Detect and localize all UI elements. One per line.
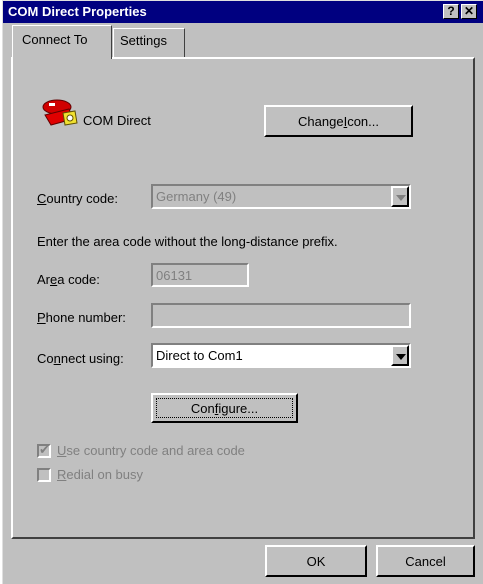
country-code-accel: C xyxy=(37,191,47,206)
use-country-code-label-text: se country code and area code xyxy=(66,443,245,458)
connect-using-label: Connect using: xyxy=(37,351,124,366)
telephone-icon xyxy=(42,99,78,126)
country-code-dropdown-button[interactable] xyxy=(391,186,409,207)
redial-on-busy-checkbox[interactable] xyxy=(37,468,51,482)
ok-label: OK xyxy=(306,554,326,569)
phone-number-label-text: hone number: xyxy=(45,310,126,325)
tab-settings-label: Settings xyxy=(120,33,167,48)
window-title: COM Direct Properties xyxy=(8,4,147,19)
country-code-select[interactable]: Germany (49) xyxy=(151,184,411,209)
area-code-value: 06131 xyxy=(156,268,193,283)
phone-number-accel: P xyxy=(37,310,46,325)
redial-on-busy-accel: R xyxy=(57,467,67,482)
use-country-code-accel: U xyxy=(57,443,67,458)
chevron-down-icon xyxy=(396,195,406,201)
tab-connect-to-label: Connect To xyxy=(22,32,88,47)
area-code-instruction: Enter the area code without the long-dis… xyxy=(37,234,338,249)
properties-dialog: COM Direct Properties ? ✕ Connect To Set… xyxy=(2,0,483,584)
close-icon: ✕ xyxy=(463,4,475,18)
connect-using-accel: n xyxy=(53,351,61,366)
redial-on-busy-label: Redial on busy xyxy=(57,467,143,482)
area-code-label-post: a code: xyxy=(57,272,100,287)
change-icon-label-pre: Change xyxy=(298,114,344,129)
tab-panel: COM Direct Change Icon... Country code: … xyxy=(11,57,475,539)
use-country-code-label: Use country code and area code xyxy=(57,443,245,458)
checkmark-icon: ✔ xyxy=(39,442,50,457)
cancel-label: Cancel xyxy=(405,554,446,569)
cancel-button[interactable]: Cancel xyxy=(376,545,475,577)
connection-name: COM Direct xyxy=(83,113,151,128)
close-button[interactable]: ✕ xyxy=(461,4,477,19)
connect-using-label-pre: Co xyxy=(37,351,54,366)
connect-using-value: Direct to Com1 xyxy=(156,348,243,363)
area-code-label-pre: Ar xyxy=(37,272,50,287)
country-code-value: Germany (49) xyxy=(156,189,237,204)
chevron-down-icon xyxy=(396,354,406,360)
change-icon-label-post: con... xyxy=(347,114,379,129)
phone-number-label: Phone number: xyxy=(37,310,126,325)
tab-connect-to[interactable]: Connect To xyxy=(12,25,112,59)
title-bar: COM Direct Properties ? ✕ xyxy=(3,1,483,23)
phone-number-input[interactable] xyxy=(151,303,411,328)
change-icon-button[interactable]: Change Icon... xyxy=(264,105,413,137)
connect-using-select[interactable]: Direct to Com1 xyxy=(151,343,411,368)
area-code-input[interactable]: 06131 xyxy=(151,263,249,287)
country-code-label-text: ountry code: xyxy=(46,191,118,206)
ok-button[interactable]: OK xyxy=(265,545,367,577)
country-code-label: Country code: xyxy=(37,191,118,206)
help-icon: ? xyxy=(447,4,455,18)
configure-label-pre: Con xyxy=(190,401,215,416)
tab-settings[interactable]: Settings xyxy=(113,28,185,57)
help-button[interactable]: ? xyxy=(443,4,459,19)
use-country-code-checkbox[interactable]: ✔ xyxy=(37,442,51,458)
configure-label-post: igure... xyxy=(218,401,259,416)
area-code-label: Area code: xyxy=(37,272,100,287)
redial-on-busy-label-text: edial on busy xyxy=(66,467,144,482)
connect-using-dropdown-button[interactable] xyxy=(391,345,409,366)
connect-using-label-post: nect using: xyxy=(60,351,124,366)
configure-button[interactable]: Configure... xyxy=(151,393,298,423)
